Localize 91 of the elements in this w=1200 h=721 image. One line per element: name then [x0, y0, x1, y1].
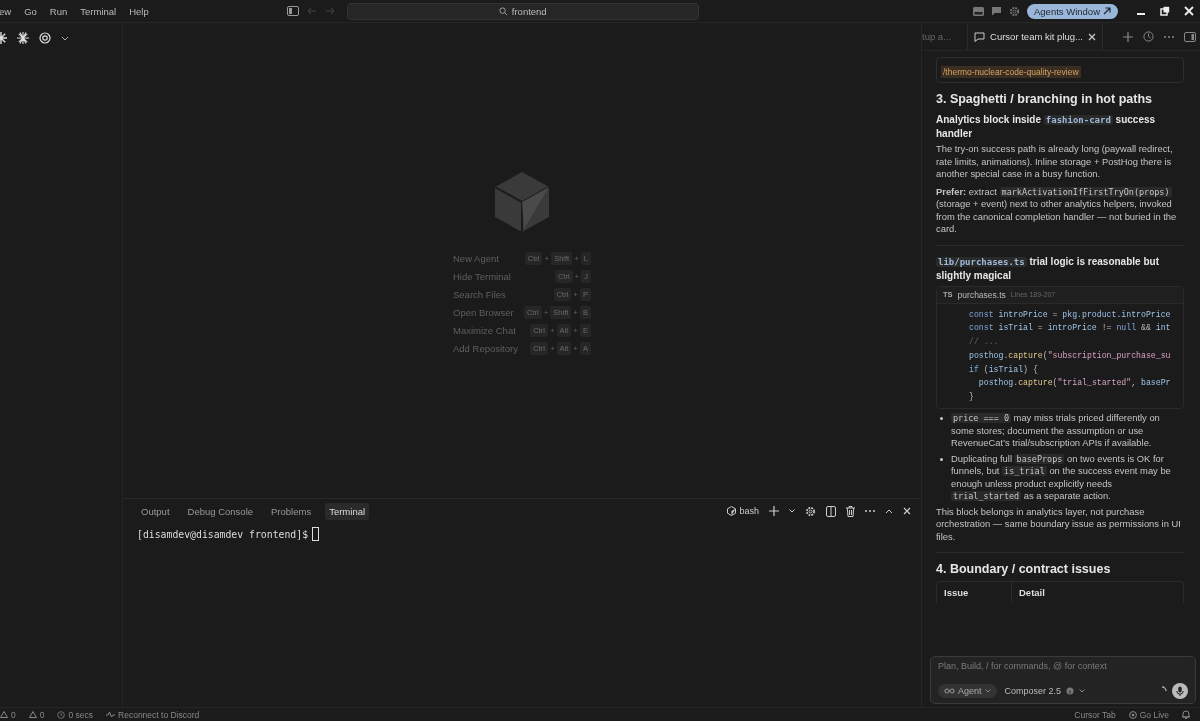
list-item-text: Duplicating full baseProps on two events is OK for funnels, but is_trial on the success event may be enough unless product explicitly needs trial_started as a separate action.: [951, 452, 1172, 503]
panel-tab[interactable]: Terminal: [325, 502, 370, 520]
file-name[interactable]: purchases.ts: [957, 289, 1006, 300]
add-icon[interactable]: [1123, 31, 1133, 42]
search-icon: [498, 6, 508, 16]
menu-item[interactable]: Help: [129, 5, 149, 17]
microphone-icon[interactable]: [1172, 683, 1188, 699]
code-line: posthog.capture("subscription_purchase_su: [969, 349, 1172, 362]
terminal-cursor: [312, 527, 320, 541]
trash-icon[interactable]: [846, 505, 855, 517]
code-line: posthog.capture("trial_started", basePr: [977, 377, 1172, 390]
timer-status[interactable]: 0 secs: [68, 709, 94, 720]
status-item[interactable]: Go Live: [1139, 709, 1169, 720]
search-field[interactable]: frontend: [346, 2, 699, 20]
menu-item[interactable]: Go: [24, 5, 37, 17]
input-placeholder: Plan, Build, / for commands, @ for context: [938, 661, 1108, 671]
split-icon[interactable]: [826, 505, 836, 517]
cube-logo-icon: [494, 171, 550, 233]
plus-sign: +: [549, 326, 555, 335]
terminal-prompt: [disamdev@disamdev frontend]$: [137, 528, 309, 540]
info-icon[interactable]: [1066, 687, 1075, 695]
panel-tab[interactable]: Problems: [267, 502, 316, 520]
menu-item[interactable]: Run: [49, 5, 68, 17]
code-line: const isTrial = introPrice != null && int: [969, 322, 1172, 335]
chat-tab[interactable]: Cursor team kit plug...: [967, 23, 1103, 50]
chevron-up-icon[interactable]: [885, 508, 893, 514]
plus-sign: +: [574, 254, 579, 263]
restore-icon[interactable]: [1160, 6, 1170, 16]
close-icon[interactable]: [903, 507, 911, 515]
paragraph: This block belongs in analytics layer, not purchase orchestration — same boundary issue as permissions in UI files.: [936, 505, 1182, 544]
chat-icon: [974, 31, 986, 42]
table-header-cell-text: Detail: [1018, 586, 1046, 601]
table-header-cell: Issue: [937, 582, 1012, 604]
shell-selector[interactable]: bash: [727, 506, 759, 516]
chevron-down-icon: [984, 689, 991, 693]
menu-item[interactable]: Terminal: [80, 5, 117, 17]
infinity-icon: [944, 688, 955, 694]
plus-sign: +: [573, 344, 578, 353]
panel-tab[interactable]: Output: [137, 502, 174, 520]
bullet: [940, 417, 943, 421]
plus-sign: +: [573, 326, 578, 335]
warning-count[interactable]: 0: [39, 709, 45, 720]
subheading: Analytics block inside fashion-card success handler: [936, 113, 1157, 140]
cube-icon: [727, 506, 737, 516]
plus-sign: +: [549, 344, 555, 353]
more-icon[interactable]: [1164, 35, 1174, 38]
section-heading: 4. Boundary / contract issues: [936, 562, 1112, 577]
section-heading: 3. Spaghetti / branching in hot paths: [936, 92, 1153, 106]
agent-mode-button[interactable]: Agent: [938, 684, 997, 698]
add-icon[interactable]: [769, 506, 779, 516]
subheading: lib/purchases.ts trial logic is reasonable but slightly magical: [936, 254, 1160, 282]
status-item[interactable]: Cursor Tab: [1074, 709, 1116, 720]
sidebar-toggle-icon[interactable]: [286, 6, 299, 16]
broadcast-icon: [1128, 710, 1137, 719]
code-line: if (isTrial) {: [969, 363, 1039, 376]
menu-item[interactable]: ew: [0, 5, 12, 17]
chevron-down-icon[interactable]: [789, 509, 795, 513]
plus-sign: +: [573, 308, 578, 317]
code-line: // ...: [969, 336, 1000, 349]
pulse-icon: [106, 711, 116, 718]
chevron-down-icon[interactable]: [61, 35, 69, 41]
warning-icon: [28, 711, 37, 718]
discord-status[interactable]: Reconnect to Discord: [118, 709, 200, 720]
bell-icon[interactable]: [1182, 710, 1190, 719]
close-icon[interactable]: [1088, 32, 1096, 41]
warning-icon: [0, 711, 8, 718]
paragraph: The try-on success path is already long (paywall redirect, rate limits, animations). Inline storage + PostHog there is another special case in a busy function.: [936, 143, 1174, 181]
sparkle-icon[interactable]: [17, 32, 29, 44]
external-arrow-icon: [1103, 7, 1111, 15]
plus-sign: +: [544, 254, 550, 263]
model-selector[interactable]: Composer 2.5: [1004, 686, 1062, 696]
history-icon[interactable]: [1143, 31, 1154, 42]
list-item-text: price === 0 may miss trials priced differently on some stores; document the assumption or use RevenueCat’s trial/subscription APIs if available.: [951, 412, 1161, 450]
bullet: [940, 457, 943, 461]
layout-icon[interactable]: [973, 6, 984, 16]
error-count[interactable]: 0: [11, 709, 16, 720]
plus-sign: +: [543, 308, 549, 317]
plus-sign: +: [574, 272, 580, 281]
chat-icon[interactable]: [991, 6, 1002, 16]
paragraph: Prefer: extract markActivationIfFirstTryOn(props) (storage + event) next to other analytics helpers, invoked from the canonical completion handler — not buried in the card.: [936, 185, 1178, 236]
chat-input[interactable]: Plan, Build, / for commands, @ for context Agent Composer 2.5: [930, 656, 1196, 704]
panel-tab[interactable]: Debug Console: [183, 502, 258, 520]
command-tag[interactable]: /thermo-nuclear-code-quality-review: [941, 66, 1081, 78]
code-line: }: [969, 391, 975, 404]
chevron-down-icon[interactable]: [1079, 689, 1086, 693]
sidebar-toggle-icon[interactable]: [1184, 31, 1196, 42]
agents-window-button[interactable]: Agents Window: [1027, 3, 1118, 19]
history-icon: [57, 710, 66, 719]
plus-sign: +: [573, 290, 578, 299]
code-line: const introPrice = pkg.product.introPrice: [969, 308, 1172, 321]
settings-icon[interactable]: [805, 505, 816, 517]
